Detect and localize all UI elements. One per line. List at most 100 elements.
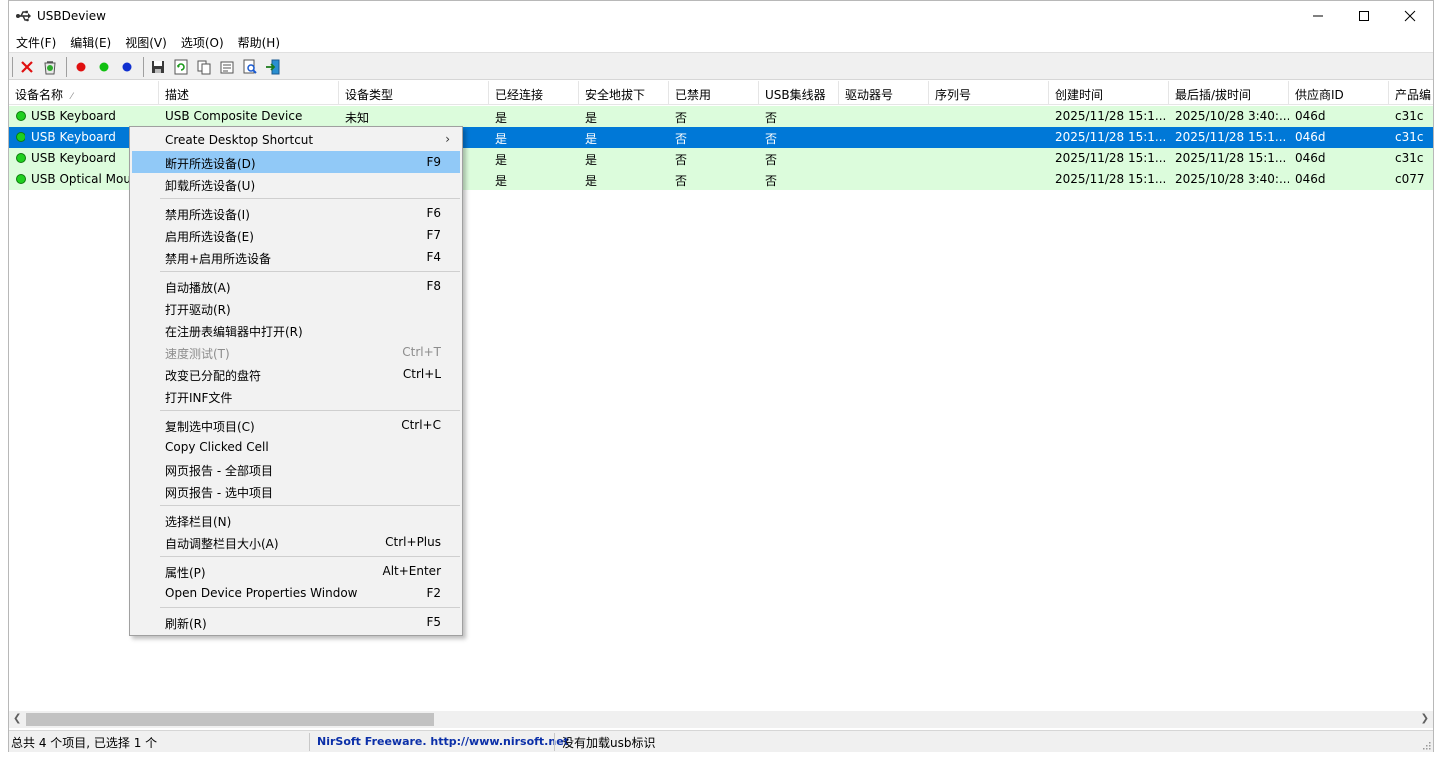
cell-vendor-id: 046d — [1295, 172, 1326, 186]
status-divider — [554, 733, 555, 751]
uninstall-button[interactable] — [40, 57, 60, 77]
menu-item-label: 改变已分配的盘符 — [165, 369, 262, 383]
menu-item-shortcut: Ctrl+C — [401, 418, 441, 432]
menu-item-label: 启用所选设备(E) — [165, 230, 254, 244]
scrollbar-thumb[interactable] — [26, 713, 434, 726]
menu-item-shortcut: F5 — [426, 615, 441, 629]
column-header-description[interactable]: 描述 — [159, 81, 339, 105]
menu-separator — [160, 607, 460, 608]
toolbar-separator — [12, 57, 13, 77]
column-header-last-plug[interactable]: 最后插/拔时间 — [1169, 81, 1289, 105]
column-header-serial[interactable]: 序列号 — [929, 81, 1049, 105]
column-header-disabled[interactable]: 已禁用 — [669, 81, 759, 105]
menu-item-copy-selected[interactable]: 复制选中项目(C) Ctrl+C — [132, 414, 460, 436]
horizontal-scrollbar[interactable]: ❮ ❯ — [9, 711, 1433, 728]
column-header-drive-letter[interactable]: 驱动器号 — [839, 81, 929, 105]
nirsoft-link[interactable]: NirSoft Freeware. http://www.nirsoft.net — [317, 735, 569, 748]
menu-item-html-report-all[interactable]: 网页报告 - 全部项目 — [132, 458, 460, 480]
properties-button[interactable] — [217, 57, 237, 77]
column-header-vendor-id[interactable]: 供应商ID — [1289, 81, 1389, 105]
menu-item-choose-columns[interactable]: 选择栏目(N) — [132, 509, 460, 531]
title-bar[interactable]: USBDeview — [9, 1, 1433, 31]
menu-item-autoplay[interactable]: 自动播放(A) F8 — [132, 275, 460, 297]
menu-item-html-report-selected[interactable]: 网页报告 - 选中项目 — [132, 480, 460, 502]
disconnect-button[interactable] — [17, 57, 37, 77]
cell-vendor-id: 046d — [1295, 109, 1326, 123]
menu-item-shortcut: F4 — [426, 250, 441, 264]
close-button[interactable] — [1387, 1, 1433, 31]
menu-file[interactable]: 文件(F) — [9, 31, 63, 52]
refresh-icon — [174, 59, 188, 75]
minimize-button[interactable] — [1295, 1, 1341, 31]
table-row[interactable]: USB Keyboard USB Composite Device 未知 是 是… — [9, 106, 1433, 127]
cell-usb-hub: 否 — [765, 174, 778, 188]
red-dot-button[interactable] — [71, 57, 91, 77]
menu-item-refresh[interactable]: 刷新(R) F5 — [132, 611, 460, 633]
copy-button[interactable] — [194, 57, 214, 77]
menu-item-change-drive-letter[interactable]: 改变已分配的盘符 Ctrl+L — [132, 363, 460, 385]
menu-item-copy-clicked-cell[interactable]: Copy Clicked Cell — [132, 436, 460, 458]
menu-edit[interactable]: 编辑(E) — [63, 31, 118, 52]
cell-product-id: c31c — [1395, 130, 1424, 144]
scroll-right-icon[interactable]: ❯ — [1421, 713, 1429, 724]
status-message: 没有加载usb标识 — [562, 736, 656, 750]
column-header-label: 设备名称 — [15, 88, 64, 102]
menu-view[interactable]: 视图(V) — [118, 31, 174, 52]
menu-item-auto-size-columns[interactable]: 自动调整栏目大小(A) Ctrl+Plus — [132, 531, 460, 553]
disconnect-icon — [21, 61, 33, 73]
chevron-right-icon: › — [445, 132, 450, 146]
menu-item-shortcut: F2 — [426, 586, 441, 600]
menu-item-disconnect[interactable]: 断开所选设备(D) F9 — [132, 151, 460, 173]
exit-button[interactable] — [263, 57, 283, 77]
cell-last-plug: 2025/10/28 3:40:... — [1175, 172, 1289, 186]
menu-item-open-regedit[interactable]: 在注册表编辑器中打开(R) — [132, 319, 460, 341]
cell-connected: 是 — [495, 174, 508, 188]
save-button[interactable] — [148, 57, 168, 77]
menu-item-enable[interactable]: 启用所选设备(E) F7 — [132, 224, 460, 246]
menu-item-disable[interactable]: 禁用所选设备(I) F6 — [132, 202, 460, 224]
menu-item-disable-enable[interactable]: 禁用+启用所选设备 F4 — [132, 246, 460, 268]
blue-dot-button[interactable] — [117, 57, 137, 77]
column-header-created[interactable]: 创建时间 — [1049, 81, 1169, 105]
green-dot-button[interactable] — [94, 57, 114, 77]
resize-grip-icon[interactable] — [1421, 740, 1431, 750]
menu-item-open-inf[interactable]: 打开INF文件 — [132, 385, 460, 407]
menu-item-label: 自动调整栏目大小(A) — [165, 537, 279, 551]
find-button[interactable] — [240, 57, 260, 77]
menu-item-open-device-properties[interactable]: Open Device Properties Window F2 — [132, 582, 460, 604]
scroll-left-icon[interactable]: ❮ — [13, 713, 21, 724]
column-header-usb-hub[interactable]: USB集线器 — [759, 81, 839, 105]
menu-item-label: 打开驱动(R) — [165, 303, 231, 317]
column-header-device-type[interactable]: 设备类型 — [339, 81, 489, 105]
menu-options[interactable]: 选项(O) — [174, 31, 231, 52]
status-bar: 总共 4 个项目, 已选择 1 个 NirSoft Freeware. http… — [9, 730, 1433, 752]
maximize-icon — [1359, 11, 1369, 21]
maximize-button[interactable] — [1341, 1, 1387, 31]
cell-vendor-id: 046d — [1295, 151, 1326, 165]
save-icon — [152, 61, 164, 73]
cell-created: 2025/11/28 15:1... — [1055, 172, 1167, 186]
refresh-button[interactable] — [171, 57, 191, 77]
status-item-count: 总共 4 个项目, 已选择 1 个 — [11, 736, 158, 750]
menu-item-label: 禁用+启用所选设备 — [165, 252, 272, 266]
menu-item-open-driver[interactable]: 打开驱动(R) — [132, 297, 460, 319]
green-dot-icon — [99, 62, 109, 72]
menu-item-label: 禁用所选设备(I) — [165, 208, 250, 222]
cell-disabled: 否 — [675, 153, 688, 167]
column-header-safe-remove[interactable]: 安全地拔下 — [579, 81, 669, 105]
menu-item-properties[interactable]: 属性(P) Alt+Enter — [132, 560, 460, 582]
column-header-device-name[interactable]: 设备名称 ⁄ — [9, 81, 159, 105]
cell-disabled: 否 — [675, 132, 688, 146]
cell-last-plug: 2025/11/28 15:1... — [1175, 130, 1287, 144]
menu-item-uninstall[interactable]: 卸载所选设备(U) — [132, 173, 460, 195]
menu-item-label: Open Device Properties Window — [165, 586, 358, 600]
cell-connected: 是 — [495, 111, 508, 125]
column-header-connected[interactable]: 已经连接 — [489, 81, 579, 105]
toolbar — [9, 52, 1433, 80]
column-header-product-id[interactable]: 产品编 — [1389, 81, 1433, 105]
menu-help[interactable]: 帮助(H) — [231, 31, 287, 52]
menu-item-create-shortcut[interactable]: Create Desktop Shortcut › — [132, 129, 460, 151]
cell-connected: 是 — [495, 153, 508, 167]
cell-disabled: 否 — [675, 111, 688, 125]
blue-dot-icon — [122, 62, 132, 72]
